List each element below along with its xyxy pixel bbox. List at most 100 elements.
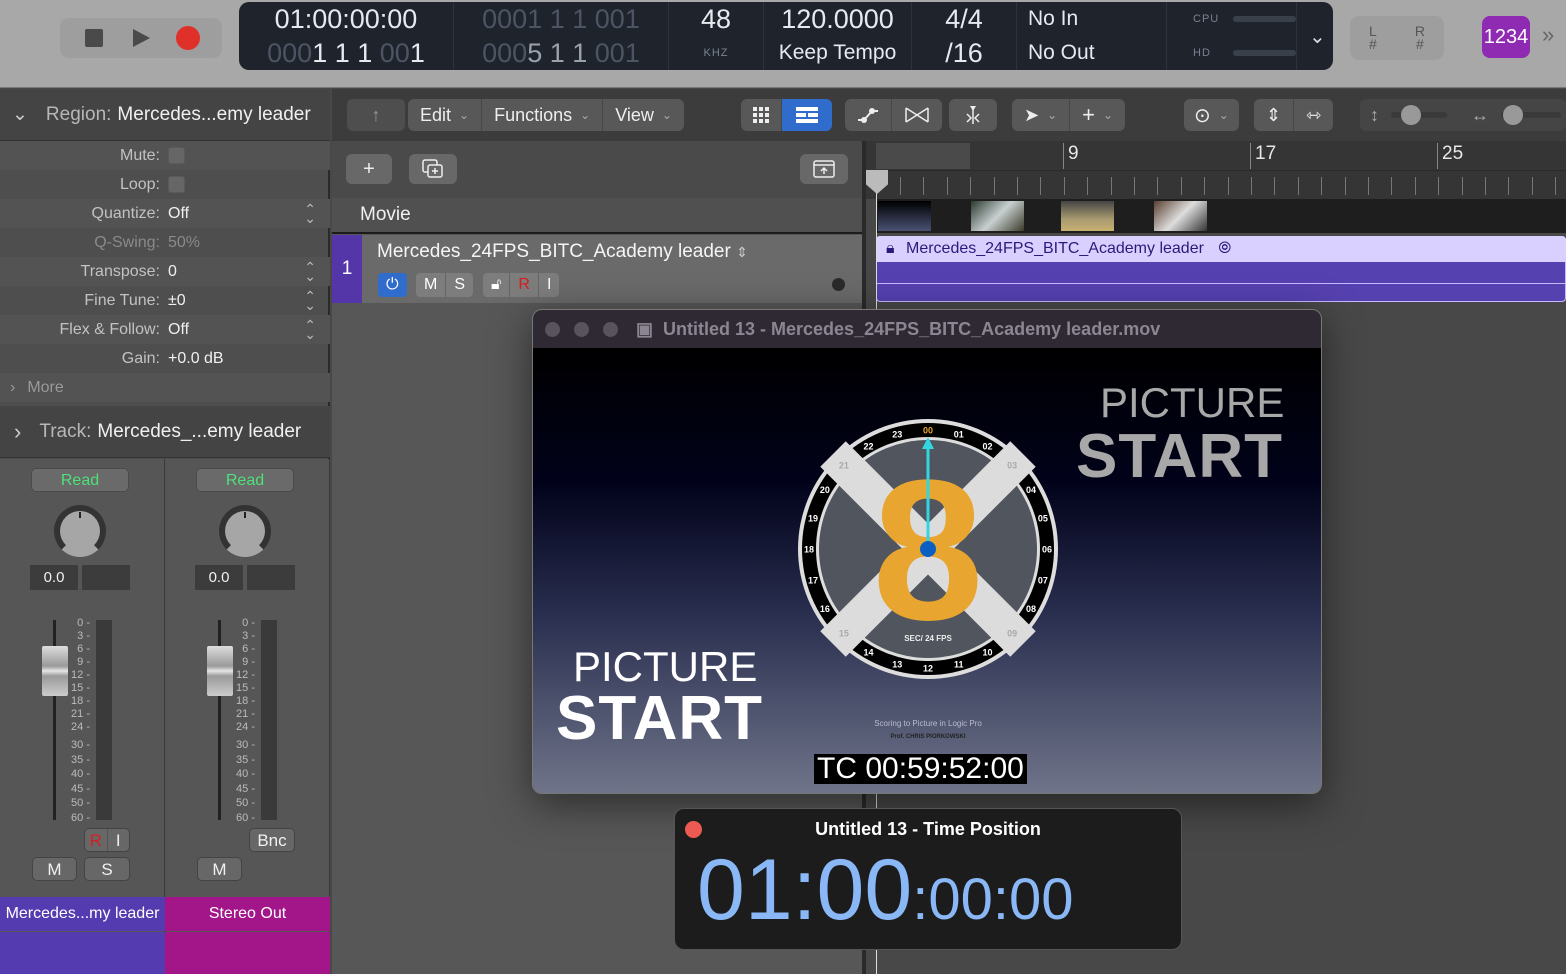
snap-button[interactable] — [949, 99, 997, 131]
lcd-signature[interactable]: 4/4 /16 — [912, 2, 1017, 70]
ruler-tick — [1157, 177, 1159, 195]
time-position-window[interactable]: Untitled 13 - Time Position 01:00:00:00 — [674, 808, 1182, 950]
more-disclosure[interactable]: › More — [0, 373, 330, 402]
lcd-cycle[interactable]: 0001 1 1 001 0005 1 1 001 — [454, 2, 669, 70]
horizontal-fit-button[interactable]: ⇿ — [1294, 99, 1333, 131]
crosshair-icon: + — [1082, 102, 1096, 127]
view-menu[interactable]: View ⌄ — [603, 99, 684, 131]
loop-checkbox[interactable] — [168, 176, 185, 193]
grid-view-button[interactable] — [741, 99, 782, 131]
automation-mode-button[interactable]: Read — [196, 468, 294, 492]
duplicate-track-button[interactable] — [409, 154, 457, 184]
region-header[interactable]: 🔒︎ Mercedes_24FPS_BITC_Academy leader ⦾ — [876, 236, 1566, 262]
lcd-chevron-down-icon[interactable]: ⌄ — [1309, 24, 1326, 49]
pan-knob[interactable] — [54, 505, 106, 557]
solo-button[interactable]: S — [84, 857, 130, 881]
dial-label: 16 — [820, 604, 830, 614]
ruler-tick — [1087, 177, 1089, 195]
input-monitor-button[interactable]: I — [108, 829, 130, 851]
slider-handle[interactable] — [1503, 105, 1523, 125]
movie-thumbnails-track[interactable] — [876, 199, 1566, 233]
pan-value[interactable]: 0.0 — [195, 565, 243, 590]
unlock-icon[interactable]: 🔓︎ — [483, 273, 511, 297]
track-record-button[interactable]: R — [510, 273, 539, 297]
stepper-icon[interactable]: ⌃ ⌄ — [304, 289, 316, 312]
param-fine-tune[interactable]: Fine Tune: ±0 ⌃ ⌄ — [0, 286, 330, 315]
mute-checkbox[interactable] — [168, 147, 185, 164]
movie-window[interactable]: ▣ Untitled 13 - Mercedes_24FPS_BITC_Acad… — [532, 309, 1322, 794]
menu-group: Edit ⌄ Functions ⌄ View ⌄ — [408, 99, 684, 131]
automation-button[interactable] — [845, 99, 892, 131]
vertical-zoom-slider[interactable] — [1391, 105, 1447, 125]
param-flex-follow[interactable]: Flex & Follow: Off ⌃ ⌄ — [0, 315, 330, 344]
transport-controls — [60, 18, 222, 58]
zoom-button[interactable] — [603, 321, 618, 337]
start-text: START — [556, 684, 764, 753]
pointer-tool-menu[interactable]: ➤ ⌄ — [1012, 99, 1071, 131]
stepper-icon: ⇕ — [736, 244, 748, 260]
ruler-tick — [1344, 177, 1346, 195]
more-options-menu[interactable]: ⊙ ⌄ — [1184, 99, 1239, 131]
time-position-display: 01:00:00:00 — [697, 841, 1073, 940]
flex-button[interactable] — [892, 99, 942, 131]
channel-name[interactable]: Stereo Out — [165, 897, 330, 931]
lcd-position[interactable]: 01:00:00:00 0001 1 1 001 — [239, 2, 454, 70]
mute-button[interactable]: M — [32, 857, 77, 881]
more-chevron-icon[interactable]: » — [1542, 22, 1554, 48]
track-on-button[interactable]: ⏻ — [378, 273, 407, 297]
movie-frame: PICTURE START PICTURE START 8SEC/ 24 FPS… — [533, 348, 1321, 793]
channel-name[interactable]: Mercedes...my leader — [0, 897, 165, 931]
param-transpose[interactable]: Transpose: 0 ⌃ ⌄ — [0, 257, 330, 286]
ruler-tick — [923, 177, 925, 195]
mute-button[interactable]: M — [197, 857, 242, 881]
channel-strip-stereo-out: Read 0.0 0 -3 -6 -9 -12 -15 -18 -21 -24 … — [165, 459, 330, 974]
stepper-icon[interactable]: ⌃ ⌄ — [304, 318, 316, 341]
db-tick: 45 - — [236, 783, 255, 795]
movie-track-header[interactable]: Movie — [332, 198, 864, 234]
pan-knob[interactable] — [219, 505, 271, 557]
movie-window-titlebar[interactable]: ▣ Untitled 13 - Mercedes_24FPS_BITC_Acad… — [533, 310, 1321, 348]
pan-value[interactable]: 0.0 — [30, 565, 78, 590]
track-header[interactable]: › Track: Mercedes_...emy leader — [0, 406, 330, 458]
minimize-button[interactable] — [574, 321, 589, 337]
lcd-sample-rate[interactable]: 48 KHZ — [669, 2, 764, 70]
param-gain[interactable]: Gain: +0.0 dB — [0, 344, 330, 373]
volume-fader-handle[interactable] — [42, 646, 68, 696]
play-button[interactable] — [128, 25, 154, 51]
edit-menu[interactable]: Edit ⌄ — [408, 99, 483, 131]
track-solo-button[interactable]: S — [446, 273, 473, 297]
track-mute-button[interactable]: M — [416, 273, 447, 297]
new-track-button[interactable]: + — [346, 154, 392, 184]
stepper-icon[interactable]: ⌃ ⌄ — [304, 260, 316, 283]
bounce-button[interactable]: Bnc — [249, 828, 295, 852]
tracks-view-button[interactable] — [782, 99, 832, 131]
catch-button[interactable]: ↑ — [347, 99, 405, 131]
secondary-tool-menu[interactable]: + ⌄ — [1070, 99, 1125, 131]
stepper-icon[interactable]: ⌃ ⌄ — [304, 202, 316, 225]
record-enable-button[interactable]: R — [85, 829, 108, 851]
volume-fader-handle[interactable] — [207, 646, 233, 696]
lcd-tempo[interactable]: 120.0000 Keep Tempo — [764, 2, 912, 70]
vertical-fit-button[interactable]: ⇕ — [1254, 99, 1295, 131]
lcd-io[interactable]: No In No Out — [1017, 2, 1167, 70]
global-tracks-button[interactable] — [800, 154, 848, 184]
param-quantize[interactable]: Quantize: Off ⌃ ⌄ — [0, 199, 330, 228]
stop-button[interactable] — [81, 25, 107, 51]
close-button[interactable] — [545, 321, 560, 337]
cycle-area[interactable] — [876, 143, 970, 169]
track-header-1[interactable]: Mercedes_24FPS_BITC_Academy leader ⇕ ⏻ M… — [332, 235, 864, 303]
track-input-button[interactable]: I — [539, 273, 559, 297]
count-in-badge[interactable]: 1234 — [1482, 16, 1530, 58]
record-button[interactable] — [175, 25, 201, 51]
slider-handle[interactable] — [1401, 105, 1421, 125]
lcd-display[interactable]: 01:00:00:00 0001 1 1 001 0001 1 1 001 00… — [239, 2, 1333, 70]
automation-mode-button[interactable]: Read — [31, 468, 129, 492]
ruler-ticks[interactable] — [866, 170, 1566, 198]
db-tick: 60 - — [236, 812, 255, 824]
functions-menu[interactable]: Functions ⌄ — [482, 99, 604, 131]
region-header[interactable]: ⌄ Region: Mercedes...emy leader — [0, 89, 330, 141]
dial-label: 13 — [892, 659, 902, 669]
track-name[interactable]: Mercedes_24FPS_BITC_Academy leader ⇕ — [377, 241, 748, 263]
horizontal-zoom-slider[interactable] — [1501, 105, 1561, 125]
lr-display[interactable]: L # R # — [1350, 16, 1444, 60]
